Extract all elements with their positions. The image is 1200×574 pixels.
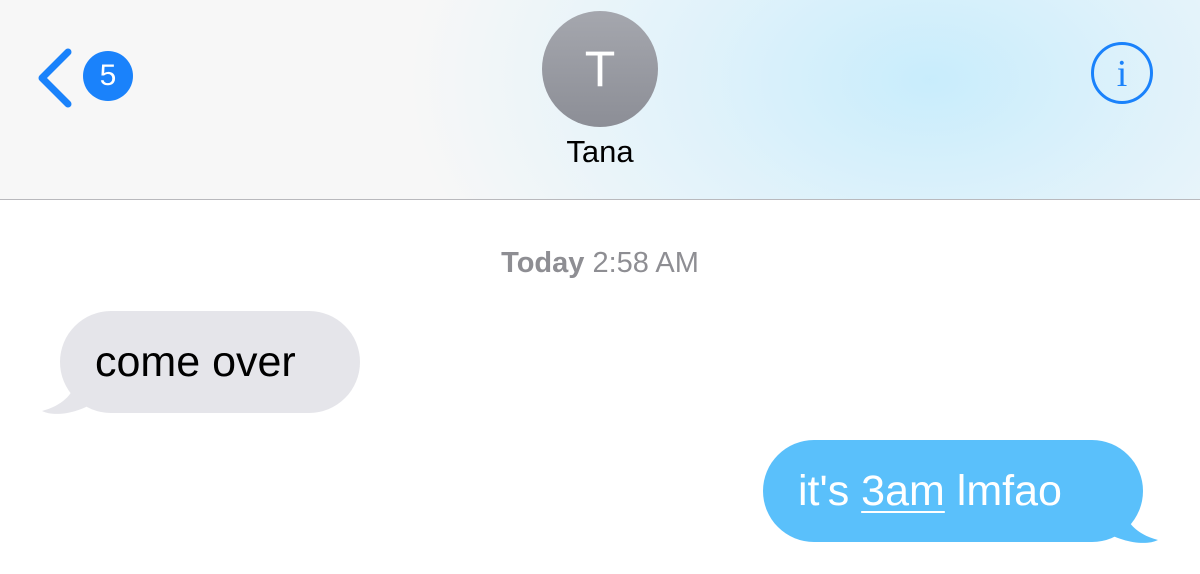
timestamp-time: 2:58 AM [592, 247, 699, 279]
contact-avatar[interactable]: T [542, 11, 658, 127]
outgoing-message-bubble[interactable]: it's 3am lmfao [763, 440, 1143, 542]
back-button[interactable]: 5 [30, 42, 140, 112]
message-text-end: lmfao [944, 467, 1062, 515]
message-text-start: it's [798, 467, 862, 515]
conversation-header: 5 T Tana i [0, 0, 1200, 200]
message-text: come over [95, 338, 296, 386]
incoming-message-bubble[interactable]: come over [60, 311, 360, 413]
contact-name[interactable]: Tana [450, 134, 750, 170]
timestamp-day: Today [501, 247, 585, 279]
info-icon: i [1091, 42, 1153, 104]
chevron-left-icon [38, 48, 72, 108]
unread-count-badge: 5 [83, 51, 133, 101]
time-link[interactable]: 3am [861, 467, 945, 515]
message-timestamp: Today 2:58 AM [300, 247, 900, 280]
svg-text:i: i [1117, 53, 1128, 95]
info-button[interactable]: i [1090, 41, 1154, 105]
